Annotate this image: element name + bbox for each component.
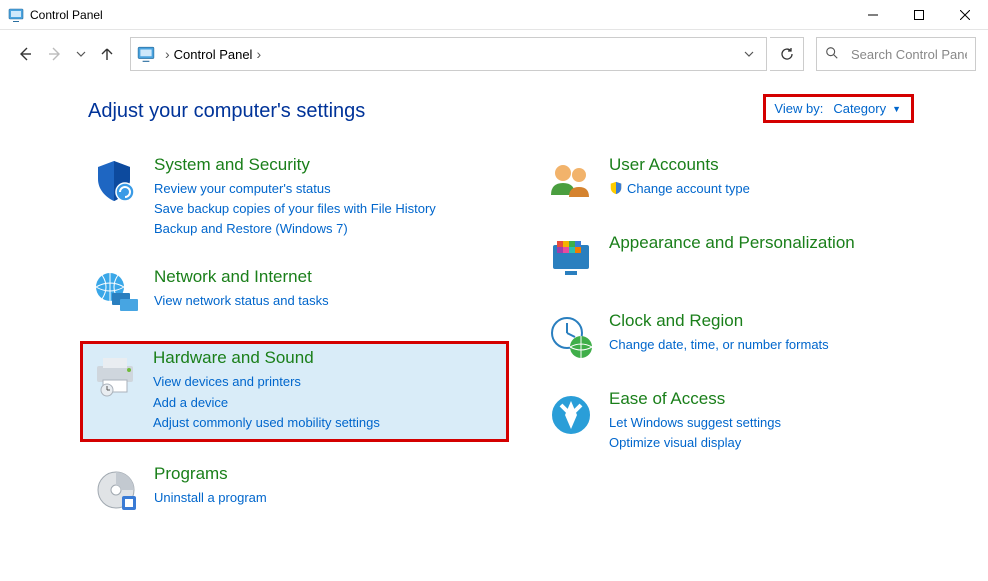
- globe-network-icon: [92, 269, 140, 317]
- close-button[interactable]: [942, 0, 988, 30]
- window-title: Control Panel: [30, 8, 103, 22]
- control-panel-icon: [8, 7, 24, 23]
- uac-shield-icon: [609, 181, 623, 201]
- breadcrumb-root[interactable]: Control Panel: [174, 47, 253, 62]
- category-link[interactable]: Change date, time, or number formats: [609, 335, 958, 355]
- category-appearance-and-personalization: Appearance and Personalization: [543, 229, 964, 289]
- disc-icon: [92, 466, 140, 514]
- printer-icon: [91, 350, 139, 398]
- address-dropdown-button[interactable]: [736, 39, 762, 69]
- chevron-right-icon: ›: [252, 46, 265, 62]
- category-hardware-and-sound: Hardware and Sound View devices and prin…: [80, 341, 509, 441]
- refresh-button[interactable]: [770, 37, 804, 71]
- category-link[interactable]: View devices and printers: [153, 372, 500, 392]
- control-panel-icon: [135, 43, 157, 65]
- address-bar[interactable]: › Control Panel ›: [130, 37, 767, 71]
- content-area: Adjust your computer's settings View by:…: [0, 78, 988, 538]
- category-programs: Programs Uninstall a program: [88, 460, 509, 520]
- category-title[interactable]: Clock and Region: [609, 311, 958, 331]
- category-link[interactable]: Adjust commonly used mobility settings: [153, 413, 500, 433]
- category-user-accounts: User Accounts Change account type: [543, 151, 964, 211]
- users-icon: [547, 157, 595, 205]
- category-title[interactable]: User Accounts: [609, 155, 958, 175]
- view-by-value[interactable]: Category▼: [833, 101, 901, 116]
- category-ease-of-access: Ease of Access Let Windows suggest setti…: [543, 385, 964, 459]
- forward-button[interactable]: [42, 41, 68, 67]
- category-clock-and-region: Clock and Region Change date, time, or n…: [543, 307, 964, 367]
- category-link[interactable]: Backup and Restore (Windows 7): [154, 219, 503, 239]
- category-column-right: User Accounts Change account type Appear…: [543, 151, 964, 538]
- chevron-right-icon: ›: [161, 46, 174, 62]
- category-link[interactable]: Save backup copies of your files with Fi…: [154, 199, 503, 219]
- search-input[interactable]: [851, 47, 967, 62]
- search-box[interactable]: [816, 37, 976, 71]
- category-link[interactable]: Optimize visual display: [609, 433, 958, 453]
- category-column-left: System and Security Review your computer…: [88, 151, 509, 538]
- nav-row: › Control Panel ›: [0, 30, 988, 78]
- recent-locations-button[interactable]: [72, 41, 90, 67]
- minimize-button[interactable]: [850, 0, 896, 30]
- category-link[interactable]: Add a device: [153, 393, 500, 413]
- category-title[interactable]: Programs: [154, 464, 503, 484]
- ease-of-access-icon: [547, 391, 595, 439]
- category-link[interactable]: Uninstall a program: [154, 488, 503, 508]
- maximize-button[interactable]: [896, 0, 942, 30]
- search-icon: [825, 46, 841, 62]
- up-button[interactable]: [94, 41, 120, 67]
- titlebar: Control Panel: [0, 0, 988, 30]
- category-title[interactable]: Hardware and Sound: [153, 348, 500, 368]
- category-link[interactable]: Change account type: [609, 179, 958, 201]
- category-link[interactable]: Let Windows suggest settings: [609, 413, 958, 433]
- category-title[interactable]: Network and Internet: [154, 267, 503, 287]
- view-by-control[interactable]: View by: Category▼: [763, 94, 914, 123]
- category-title[interactable]: Appearance and Personalization: [609, 233, 958, 253]
- category-link[interactable]: View network status and tasks: [154, 291, 503, 311]
- chevron-down-icon: ▼: [892, 104, 901, 114]
- view-by-label: View by:: [774, 101, 823, 116]
- category-network-and-internet: Network and Internet View network status…: [88, 263, 509, 323]
- category-link[interactable]: Review your computer's status: [154, 179, 503, 199]
- category-system-and-security: System and Security Review your computer…: [88, 151, 509, 245]
- clock-globe-icon: [547, 313, 595, 361]
- category-title[interactable]: Ease of Access: [609, 389, 958, 409]
- shield-icon: [92, 157, 140, 205]
- category-title[interactable]: System and Security: [154, 155, 503, 175]
- back-button[interactable]: [12, 41, 38, 67]
- monitor-colors-icon: [547, 235, 595, 283]
